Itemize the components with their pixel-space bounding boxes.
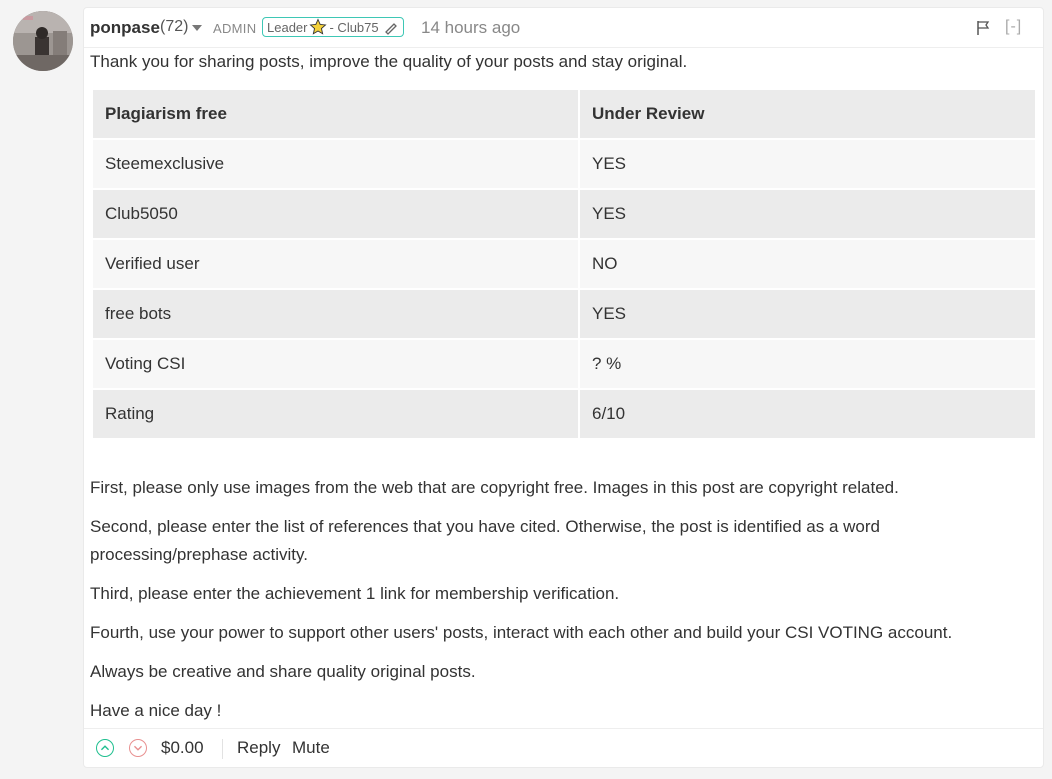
comment-header: ponpase (72) ADMIN Leader - Club75 14 ho…	[84, 8, 1043, 48]
comment-timestamp[interactable]: 14 hours ago	[421, 18, 520, 38]
table-header-cell: Under Review	[580, 90, 1035, 138]
avatar[interactable]	[13, 11, 73, 71]
table-row: Voting CSI ? %	[93, 340, 1035, 388]
upvote-icon[interactable]	[96, 739, 114, 757]
table-header-cell: Plagiarism free	[93, 90, 578, 138]
comment-footer: $0.00 Reply Mute	[84, 728, 1043, 769]
author-role: ADMIN	[213, 21, 257, 36]
footer-divider	[222, 739, 223, 759]
pen-icon	[384, 23, 397, 35]
table-cell: YES	[580, 290, 1035, 338]
table-cell: YES	[580, 140, 1035, 188]
author-menu-caret-icon[interactable]	[192, 25, 202, 31]
table-cell: 6/10	[580, 390, 1035, 438]
comment-body: First, please only use images from the w…	[90, 474, 990, 736]
body-paragraph: Second, please enter the list of referen…	[90, 517, 881, 564]
body-paragraph: Have a nice day !	[90, 701, 222, 720]
payout-value[interactable]: $0.00	[161, 738, 204, 758]
table-header-row: Plagiarism free Under Review	[93, 90, 1035, 138]
author-name[interactable]: ponpase	[90, 18, 160, 38]
table-cell: YES	[580, 190, 1035, 238]
body-paragraph: Third, please enter the achievement 1 li…	[90, 584, 620, 603]
table-cell: Verified user	[93, 240, 578, 288]
body-paragraph: Fourth, use your power to support other …	[90, 623, 953, 642]
table-cell: Club5050	[93, 190, 578, 238]
table-cell: Rating	[93, 390, 578, 438]
table-cell: ? %	[580, 340, 1035, 388]
table-row: Club5050 YES	[93, 190, 1035, 238]
table-cell: NO	[580, 240, 1035, 288]
comment-card: ponpase (72) ADMIN Leader - Club75 14 ho…	[83, 7, 1044, 768]
downvote-icon[interactable]	[129, 739, 147, 757]
table-row: Verified user NO	[93, 240, 1035, 288]
reply-button[interactable]: Reply	[237, 738, 280, 758]
collapse-toggle[interactable]: [-]	[1005, 18, 1022, 36]
table-row: free bots YES	[93, 290, 1035, 338]
table-row: Rating 6/10	[93, 390, 1035, 438]
comment-intro: Thank you for sharing posts, improve the…	[90, 52, 688, 71]
table-cell: Voting CSI	[93, 340, 578, 388]
body-paragraph: First, please only use images from the w…	[90, 478, 899, 497]
body-paragraph: Always be creative and share quality ori…	[90, 662, 476, 681]
badge-club-label: - Club75	[329, 19, 379, 35]
table-cell: free bots	[93, 290, 578, 338]
mute-button[interactable]: Mute	[292, 738, 330, 758]
avatar-image	[13, 11, 73, 71]
table-cell: Steemexclusive	[93, 140, 578, 188]
review-table: Plagiarism free Under Review Steemexclus…	[91, 88, 1037, 440]
community-badge: Leader - Club75	[262, 17, 404, 37]
table-row: Steemexclusive YES	[93, 140, 1035, 188]
badge-leader-label: Leader	[267, 19, 308, 35]
flag-icon[interactable]	[976, 20, 990, 36]
author-reputation: (72)	[160, 18, 189, 35]
star-icon	[309, 18, 328, 35]
